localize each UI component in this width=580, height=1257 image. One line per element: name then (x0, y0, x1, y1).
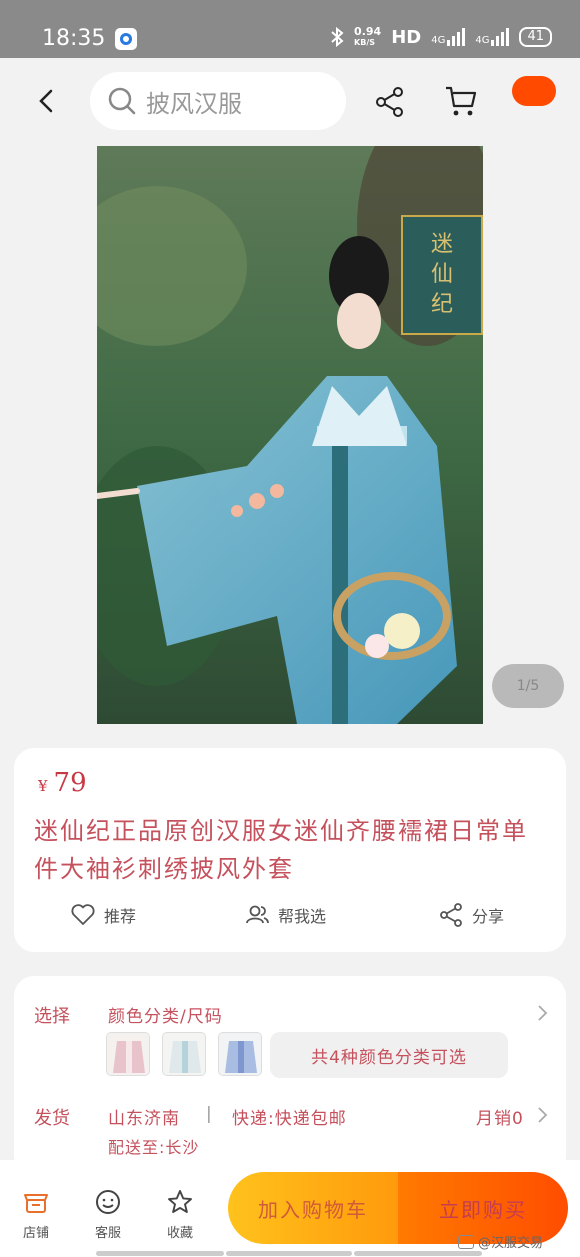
color-thumb-blue[interactable] (218, 1032, 262, 1076)
heart-icon (71, 904, 95, 925)
battery-icon: 41 (519, 27, 552, 47)
store-tab[interactable]: 店铺 (10, 1188, 62, 1241)
people-icon (246, 905, 269, 924)
currency-symbol: ¥ (38, 777, 48, 795)
search-placeholder: 披风汉服 (146, 89, 242, 118)
chevron-right-icon (538, 1107, 548, 1123)
back-icon[interactable] (36, 88, 58, 114)
help-choose-label: 帮我选 (278, 907, 327, 926)
recommend-button[interactable]: 推荐 (70, 902, 136, 928)
price-value: 79 (53, 768, 87, 798)
gallery-pager: 1/5 (492, 664, 564, 708)
watermark-logo-icon (458, 1234, 474, 1249)
service-tab[interactable]: 客服 (82, 1188, 134, 1241)
add-to-cart-button[interactable]: 加入购物车 (228, 1172, 398, 1244)
svg-text:迷: 迷 (431, 232, 453, 257)
favorite-tab[interactable]: 收藏 (154, 1188, 206, 1241)
net-speed: 0.94 KB/S (354, 25, 382, 47)
share-button[interactable]: 分享 (438, 902, 504, 928)
price: ¥79 (38, 768, 87, 798)
select-value: 颜色分类/尺码 (108, 1007, 223, 1027)
deliver-to: 配送至:长沙 (108, 1138, 200, 1157)
search-icon (108, 87, 136, 115)
signal-icon (491, 28, 510, 46)
signal-icon (447, 28, 466, 46)
select-label: 选择 (34, 1006, 70, 1027)
product-actions: 推荐 帮我选 分享 (14, 902, 566, 938)
favorite-label: 收藏 (166, 1226, 193, 1241)
color-thumb-white[interactable] (162, 1032, 206, 1076)
ship-separator: | (206, 1104, 213, 1124)
bluetooth-icon (331, 27, 344, 47)
product-image[interactable]: 迷 仙 纪 (97, 146, 483, 724)
signal-1: 4G (431, 28, 466, 46)
top-nav: 披风汉服 (0, 58, 580, 146)
watermark: @汉服交易 (458, 1232, 543, 1251)
store-label: 店铺 (22, 1226, 49, 1241)
cart-icon[interactable] (444, 84, 478, 118)
recommend-label: 推荐 (104, 907, 137, 926)
search-input[interactable]: 披风汉服 (90, 72, 346, 130)
signal-2: 4G (475, 28, 510, 46)
status-indicators: 0.94 KB/S HD 4G 4G 41 (330, 26, 552, 48)
ship-label: 发货 (34, 1108, 70, 1129)
home-indicator (354, 1251, 482, 1256)
ship-from: 山东济南 (108, 1109, 180, 1129)
star-icon (168, 1190, 192, 1213)
status-bar: 18:35 0.94 KB/S HD 4G 4G 41 (0, 0, 580, 58)
watermark-text: @汉服交易 (478, 1236, 544, 1251)
more-menu-button[interactable] (512, 76, 556, 106)
color-options-button[interactable]: 共4种颜色分类可选 (270, 1032, 508, 1078)
home-indicator (226, 1251, 352, 1256)
product-title: 迷仙纪正品原创汉服女迷仙齐腰襦裙日常单件大袖衫刺绣披风外套 (34, 817, 528, 883)
store-icon (24, 1194, 48, 1213)
help-choose-button[interactable]: 帮我选 (244, 902, 326, 928)
chevron-right-icon (538, 1005, 548, 1021)
color-thumb-pink[interactable] (106, 1032, 150, 1076)
app-notification-icon (115, 28, 137, 50)
product-photo: 迷 仙 纪 (97, 146, 483, 724)
product-info-card: ¥79 迷仙纪正品原创汉服女迷仙齐腰襦裙日常单件大袖衫刺绣披风外套 推荐 帮我选… (14, 748, 566, 952)
service-label: 客服 (94, 1226, 121, 1241)
status-time: 18:35 (42, 26, 106, 51)
selection-card: 选择 颜色分类/尺码 共4种颜色分类可选 发货 山东济南 | 快递:快递包邮 月… (14, 976, 566, 1176)
monthly-sales: 月销0 (476, 1109, 524, 1129)
share-icon[interactable] (374, 86, 406, 118)
svg-text:仙: 仙 (431, 262, 453, 287)
share-icon (440, 903, 462, 927)
express: 快递:快递包邮 (232, 1109, 347, 1129)
svg-text:纪: 纪 (431, 292, 453, 317)
hd-indicator: HD (391, 26, 422, 48)
share-label: 分享 (472, 907, 505, 926)
home-indicator (96, 1251, 224, 1256)
service-icon (96, 1190, 120, 1214)
